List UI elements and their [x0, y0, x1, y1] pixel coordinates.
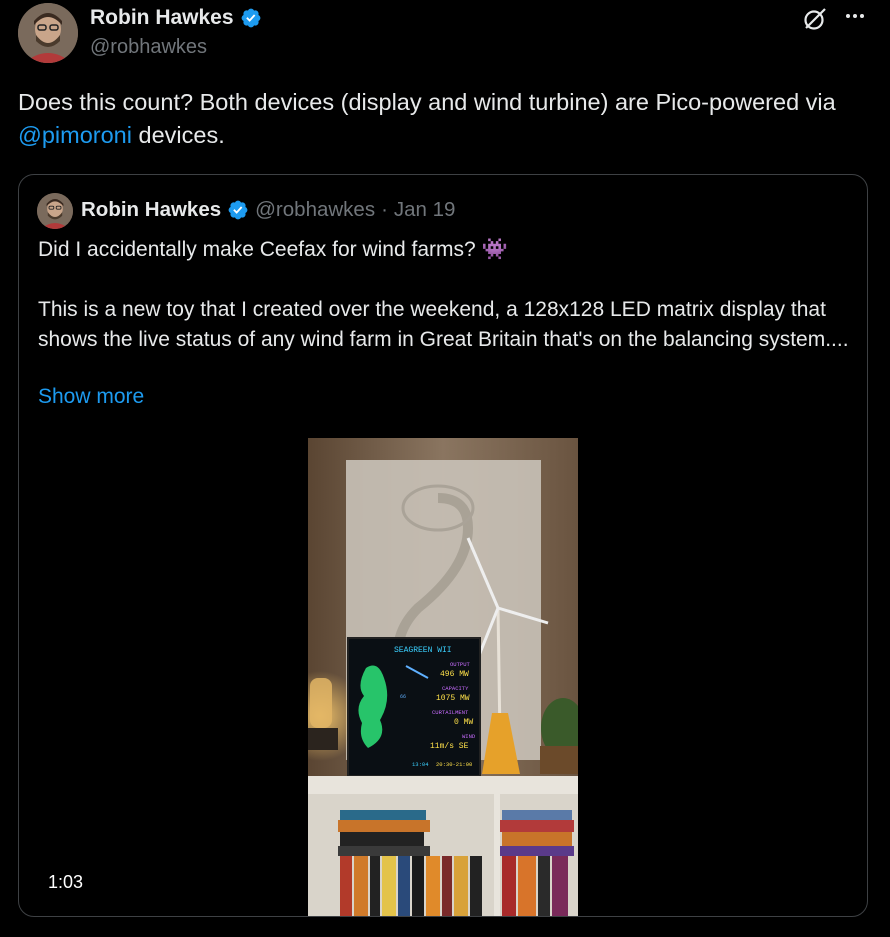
tweet-text-after: devices. — [131, 122, 225, 148]
author-avatar[interactable] — [18, 3, 78, 63]
video-frame: SEAGREEN WII OUTPUT 496 MW CAPACITY 1075… — [308, 438, 578, 916]
show-more-link[interactable]: Show more — [38, 385, 144, 409]
led-output-label: OUTPUT — [450, 661, 471, 668]
quoted-display-name[interactable]: Robin Hawkes — [81, 198, 221, 222]
tweet-text: Does this count? Both devices (display a… — [18, 86, 848, 152]
led-map-marker: 66 — [400, 694, 406, 700]
quoted-handle: @robhawkes — [255, 198, 376, 221]
led-curtailment-label: CURTAILMENT — [432, 709, 469, 716]
quoted-verified-badge-icon[interactable] — [227, 199, 249, 221]
led-capacity-label: CAPACITY — [442, 685, 469, 692]
led-wind-value: 11m/s SE — [430, 742, 469, 751]
quoted-header: Robin Hawkes @robhawkes · Jan 19 — [81, 198, 455, 222]
author-name-row: Robin Hawkes — [90, 6, 262, 30]
more-horizontal-icon[interactable] — [843, 4, 867, 28]
led-output-value: 496 MW — [440, 670, 469, 679]
led-footer-range: 20:30-21:00 — [436, 761, 472, 768]
quoted-date[interactable]: Jan 19 — [394, 198, 456, 222]
quoted-separator: · — [381, 198, 388, 221]
led-curtailment-value: 0 MW — [454, 718, 473, 727]
led-capacity-value: 1075 MW — [436, 694, 470, 703]
video-thumbnail[interactable]: SEAGREEN WII OUTPUT 496 MW CAPACITY 1075… — [308, 438, 578, 916]
author-display-name[interactable]: Robin Hawkes — [90, 6, 234, 30]
grok-icon[interactable] — [802, 6, 828, 32]
quoted-text: Did I accidentally make Ceefax for wind … — [38, 238, 849, 351]
mention-link[interactable]: @pimoroni — [18, 122, 132, 148]
led-footer-time: 13:04 — [412, 761, 429, 768]
led-wind-label: WIND — [462, 733, 476, 740]
quoted-author-avatar[interactable] — [37, 193, 73, 229]
video-duration: 1:03 — [48, 872, 84, 892]
led-title: SEAGREEN WII — [394, 646, 452, 655]
quoted-tweet[interactable]: Robin Hawkes @robhawkes · Jan 19 Did I a… — [18, 174, 868, 917]
author-handle[interactable]: @robhawkes — [90, 36, 207, 59]
verified-badge-icon[interactable] — [240, 7, 262, 29]
tweet-text-before: Does this count? Both devices (display a… — [18, 89, 836, 115]
